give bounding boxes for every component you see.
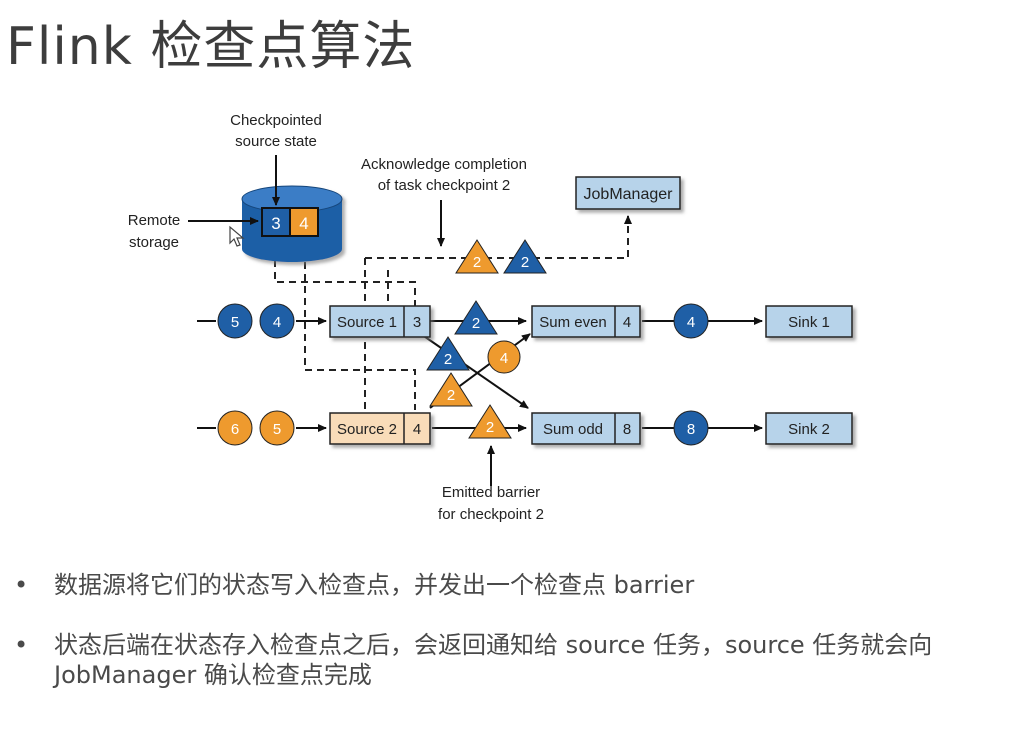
- bullet-text-2: 状态后端在状态存入检查点之后，会返回通知给 source 任务，source 任…: [54, 631, 933, 689]
- mouse-cursor-icon: [229, 225, 245, 247]
- bullet-text-1: 数据源将它们的状态写入检查点，并发出一个检查点 barrier: [54, 571, 695, 599]
- source1-state: 3: [413, 314, 421, 331]
- emitted-label-2: for checkpoint 2: [438, 506, 544, 523]
- storage-value-4: 4: [299, 214, 308, 233]
- sink1-label: Sink 1: [788, 314, 830, 331]
- sum-odd-state: 8: [623, 421, 631, 438]
- sink2-label: Sink 2: [788, 421, 830, 438]
- cross-barrier-orange-label: 2: [447, 387, 455, 404]
- checkpoint-diagram: 3 4 Checkpointed source state Remote sto…: [128, 112, 853, 523]
- checkpointed-label-2: source state: [235, 133, 317, 150]
- bullet-list: • 数据源将它们的状态写入检查点，并发出一个检查点 barrier • 状态后端…: [14, 570, 1019, 720]
- sum-even-state: 4: [623, 314, 631, 331]
- ack-label-2: of task checkpoint 2: [378, 177, 511, 194]
- ack-label-1: Acknowledge completion: [361, 156, 527, 173]
- cross-record-label: 4: [500, 350, 508, 367]
- bullet-dot-icon: •: [14, 571, 29, 599]
- ack-barrier-orange-label: 2: [473, 254, 481, 271]
- bullet-item-1: • 数据源将它们的状态写入检查点，并发出一个检查点 barrier: [14, 570, 1019, 600]
- record-label-6-bottom: 6: [231, 421, 239, 438]
- source1-label: Source 1: [337, 314, 397, 331]
- remote-label-2: storage: [129, 234, 179, 251]
- record-label-5-top: 5: [231, 314, 239, 331]
- jobmanager-label: JobManager: [584, 186, 674, 203]
- bullet-item-2: • 状态后端在状态存入检查点之后，会返回通知给 source 任务，source…: [14, 630, 1019, 690]
- ack-barrier-blue-label: 2: [521, 254, 529, 271]
- checkpointed-label-1: Checkpointed: [230, 112, 322, 129]
- bullet-dot-icon: •: [14, 631, 29, 659]
- source2-state: 4: [413, 421, 421, 438]
- even-output-label: 4: [687, 314, 695, 331]
- sum-odd-label: Sum odd: [543, 421, 603, 438]
- record-label-5-bottom: 5: [273, 421, 281, 438]
- source1-barrier-label: 2: [472, 315, 480, 332]
- emitted-label-1: Emitted barrier: [442, 484, 540, 501]
- record-label-4-top: 4: [273, 314, 281, 331]
- remote-label-1: Remote: [128, 212, 181, 229]
- source2-label: Source 2: [337, 421, 397, 438]
- source2-barrier-label: 2: [486, 419, 494, 436]
- cross-barrier-blue-label: 2: [444, 351, 452, 368]
- sum-even-label: Sum even: [539, 314, 607, 331]
- odd-output-label: 8: [687, 421, 695, 438]
- storage-value-3: 3: [271, 214, 280, 233]
